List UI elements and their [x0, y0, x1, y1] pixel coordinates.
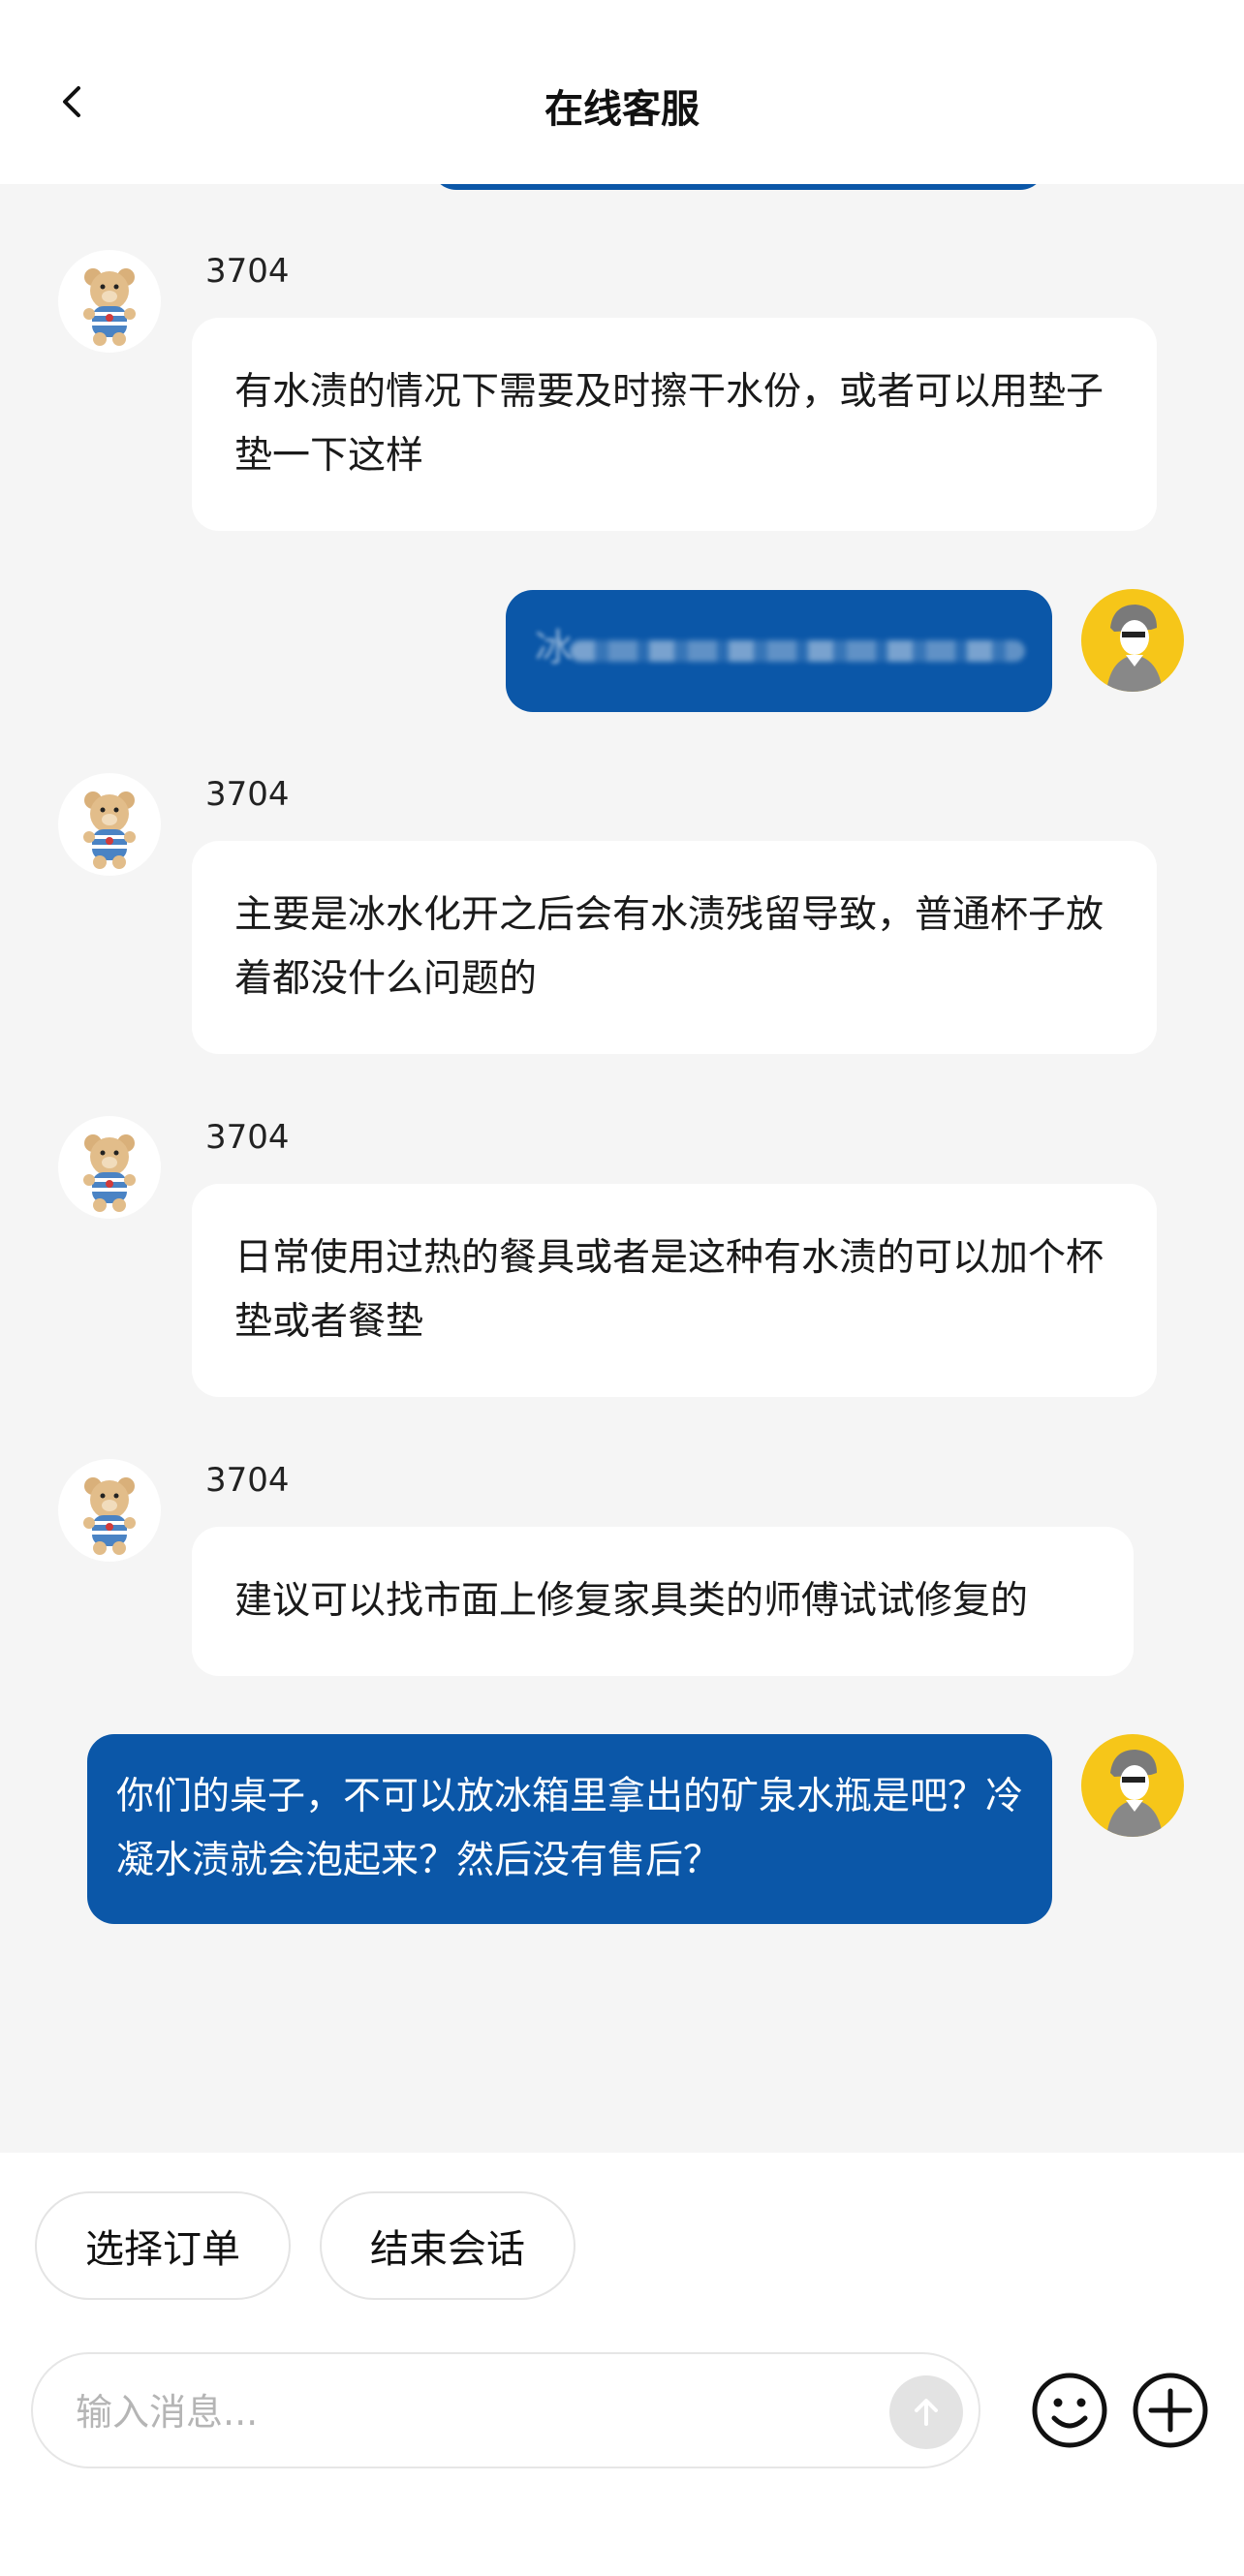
agent-name: 3704	[205, 252, 290, 291]
page-title: 在线客服	[544, 87, 700, 132]
teddy-bear-icon	[83, 1477, 136, 1555]
user-message-bubble: 你们的桌子，不可以放冰箱里拿出的矿泉水瓶是吧？冷凝水渍就会泡起来？然后没有售后？	[87, 1734, 1052, 1924]
user-message-text: 冰	[535, 627, 574, 670]
arrow-up-icon	[915, 2399, 938, 2426]
person-silhouette-icon	[1106, 1750, 1163, 1837]
agent-message-bubble: 日常使用过热的餐具或者是这种有水渍的可以加个杯垫或者餐垫	[192, 1184, 1157, 1397]
teddy-bear-icon	[83, 268, 136, 346]
message-input-wrapper	[31, 2352, 980, 2468]
emoji-button[interactable]	[1027, 2368, 1112, 2453]
agent-name: 3704	[205, 775, 290, 814]
agent-avatar[interactable]	[58, 250, 161, 353]
header-bar: 在线客服	[0, 0, 1244, 184]
agent-message-bubble: 主要是冰水化开之后会有水渍残留导致，普通杯子放着都没什么问题的	[192, 841, 1157, 1054]
teddy-bear-icon	[83, 1134, 136, 1212]
user-message-bubble: 冰	[506, 590, 1052, 712]
end-session-button[interactable]: 结束会话	[320, 2191, 575, 2300]
person-silhouette-icon	[1106, 605, 1163, 692]
smiley-icon	[1032, 2373, 1107, 2448]
plus-circle-icon	[1133, 2373, 1208, 2448]
agent-message-bubble: 有水渍的情况下需要及时擦干水份，或者可以用垫子垫一下这样	[192, 318, 1157, 531]
user-avatar[interactable]	[1081, 1734, 1184, 1837]
select-order-button[interactable]: 选择订单	[35, 2191, 291, 2300]
chat-area[interactable]: 3704 有水渍的情况下需要及时擦干水份，或者可以用垫子垫一下这样 冰 3704	[0, 184, 1244, 2153]
user-avatar[interactable]	[1081, 589, 1184, 692]
teddy-bear-icon	[83, 791, 136, 869]
agent-avatar[interactable]	[58, 1459, 161, 1562]
agent-name: 3704	[205, 1461, 290, 1500]
bottom-panel: 选择订单 结束会话	[0, 2153, 1244, 2576]
agent-name: 3704	[205, 1118, 290, 1157]
agent-avatar[interactable]	[58, 773, 161, 876]
message-input[interactable]	[76, 2383, 870, 2441]
add-button[interactable]	[1128, 2368, 1213, 2453]
agent-message-bubble: 建议可以找市面上修复家具类的师傅试试修复的	[192, 1527, 1134, 1676]
send-button[interactable]	[889, 2375, 963, 2449]
blurred-text-redaction	[570, 640, 1025, 662]
user-message-bubble-partial	[431, 184, 1045, 190]
agent-avatar[interactable]	[58, 1116, 161, 1219]
